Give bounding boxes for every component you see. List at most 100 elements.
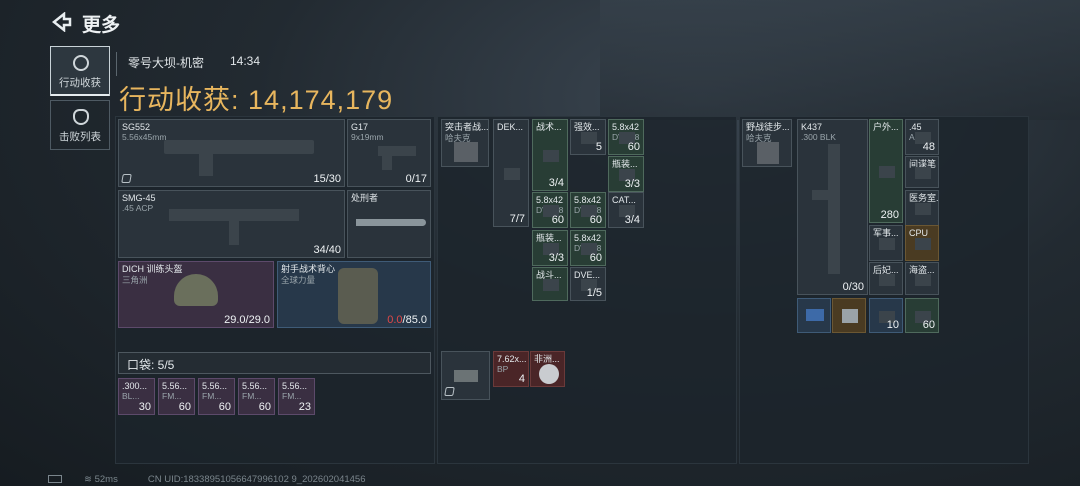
ammo-box-slot[interactable]: 7.62x... BP 4 xyxy=(493,351,529,387)
stash_items-item[interactable]: 户外... 280 xyxy=(869,119,903,223)
item-icon xyxy=(915,238,931,250)
item-name: 5.8x42 xyxy=(574,195,602,205)
back-arrow-icon[interactable] xyxy=(50,12,72,32)
primary-weapon-slot[interactable]: SG552 5.56x45mm 15/30 xyxy=(118,119,345,187)
item-sub: FM... xyxy=(282,391,302,401)
armor-durability-max: /85.0 xyxy=(402,314,427,326)
stash_items-item[interactable]: 后妃... xyxy=(869,262,903,295)
divider xyxy=(116,52,117,76)
item-icon xyxy=(879,166,895,178)
item-qty: 60 xyxy=(258,401,271,413)
rifle-mag-icon xyxy=(199,152,213,176)
item-name: 户外... xyxy=(873,122,899,132)
melee-slot[interactable]: 处刑者 xyxy=(347,190,431,258)
armor-slot[interactable]: 射手战术背心 全球力量 0.0/85.0 xyxy=(277,261,431,328)
item-qty: 30 xyxy=(138,401,151,413)
item-name: 5.56... xyxy=(162,381,188,391)
helmet-slot[interactable]: DICH 训练头盔 三角洲 29.0/29.0 xyxy=(118,261,274,328)
stash_items-item[interactable]: 10 xyxy=(869,298,903,333)
item-icon xyxy=(915,203,931,215)
item-qty: 60 xyxy=(589,214,602,226)
pocket-item[interactable]: 5.56... FM... 60 xyxy=(198,378,235,415)
rig_items-item[interactable]: 战术... 3/4 xyxy=(532,119,568,191)
item-name: DEK... xyxy=(497,122,524,132)
uid: CN UID:18338951056647996102 9_2026020414… xyxy=(147,474,366,485)
item-name: 军事... xyxy=(873,228,899,238)
rig_items-item[interactable]: 强效... 5 xyxy=(570,119,606,155)
item-name: 5.56... xyxy=(242,381,268,391)
stash_items-item[interactable]: 间谍笔 xyxy=(905,156,939,188)
item-name: 瓶装... xyxy=(536,233,562,243)
stash_items-item[interactable]: 60 xyxy=(905,298,939,333)
skull-icon xyxy=(73,109,89,125)
item-qty: 3/4 xyxy=(624,214,640,226)
item-qty: 60 xyxy=(627,141,640,153)
weapon-ammo-count: 15/30 xyxy=(313,173,341,185)
rig_items-item[interactable]: 5.8x42DVC8860 xyxy=(570,230,606,266)
armor-name: 射手战术背心 xyxy=(281,264,336,274)
rig_items-item[interactable]: 瓶装... 3/3 xyxy=(532,230,568,266)
chest-rig-name: 突击者战... xyxy=(445,122,489,132)
rig_items-item[interactable]: 5.8x42DVC8860 xyxy=(608,119,644,155)
armor-durability: 0.0/85.0 xyxy=(387,314,427,326)
stash_items-item[interactable]: 医务室... xyxy=(905,190,939,226)
item-qty: 3/4 xyxy=(548,177,564,189)
stash_items-item[interactable]: 军事... xyxy=(869,225,903,261)
item-qty: 280 xyxy=(880,209,899,221)
stash-weapon-name: K437 xyxy=(801,122,823,132)
ammo-box-name: 7.62x... xyxy=(497,354,527,364)
item-icon xyxy=(543,150,559,162)
rig_items-item[interactable]: 5.8x42DVC8860 xyxy=(532,192,568,228)
item-name: .300... xyxy=(122,381,148,391)
item-name: 战术... xyxy=(536,122,562,132)
pistol-grip-icon xyxy=(382,154,392,170)
misc-slot[interactable]: 非洲... xyxy=(530,351,565,387)
stash_items-item[interactable]: 海盗... xyxy=(905,262,939,295)
weapon-name: SG552 xyxy=(122,122,151,132)
lock-icon xyxy=(121,174,132,183)
sidearm-name: G17 xyxy=(351,122,369,132)
weapon-name: SMG-45 xyxy=(122,193,156,203)
pocket-item[interactable]: .300... BL... 30 xyxy=(118,378,155,415)
tab-kills-label: 击败列表 xyxy=(59,131,101,143)
tab-loot[interactable]: 行动收获 xyxy=(50,46,110,96)
bag-slot[interactable] xyxy=(441,351,490,400)
stash-extra-slot[interactable] xyxy=(797,298,831,333)
sidearm-ammo: 9x19mm xyxy=(351,132,384,142)
rig_items-item[interactable]: DVE... 1/5 xyxy=(570,267,606,301)
pocket-item[interactable]: 5.56... FM... 23 xyxy=(278,378,315,415)
haul-amount: 14,174,179 xyxy=(248,85,394,115)
item-name: 强效... xyxy=(574,122,600,132)
secondary-weapon-slot[interactable]: SMG-45 .45 ACP 34/40 xyxy=(118,190,345,258)
item-name: CPU xyxy=(909,228,929,238)
stash_items-item[interactable]: CPU xyxy=(905,225,939,261)
item-icon xyxy=(915,167,931,179)
sidearm-ammo-count: 0/17 xyxy=(405,173,427,185)
melee-name: 处刑者 xyxy=(351,193,379,203)
item-sub: FM... xyxy=(242,391,262,401)
diamond-icon xyxy=(539,364,559,384)
item-qty: 60 xyxy=(178,401,191,413)
sidearm-slot[interactable]: G17 9x19mm 0/17 xyxy=(347,119,431,187)
item-qty: 60 xyxy=(589,252,602,264)
page-title: 更多 xyxy=(82,15,121,36)
rig_items-item[interactable]: 战斗... xyxy=(532,267,568,301)
stash-weapon-count: 0/30 xyxy=(842,281,864,293)
pocket-item[interactable]: 5.56... FM... 60 xyxy=(158,378,195,415)
rig_items-item[interactable]: CAT... 3/4 xyxy=(608,192,644,228)
ping: 52ms xyxy=(94,474,118,485)
item-qty: 1/5 xyxy=(586,287,602,299)
item-qty: 10 xyxy=(886,319,899,331)
stash-weapon-slot[interactable]: K437 .300 BLK 0/30 xyxy=(797,119,868,295)
rig_items-item[interactable]: 瓶装... 3/3 xyxy=(608,156,644,192)
tab-kills[interactable]: 击败列表 xyxy=(50,100,110,150)
stash_items-item[interactable]: .45AC...48 xyxy=(905,119,939,155)
item-icon xyxy=(915,273,931,286)
stash-extra-slot[interactable] xyxy=(832,298,866,333)
target-icon xyxy=(73,55,89,71)
pocket-item[interactable]: 5.56... FM... 60 xyxy=(238,378,275,415)
rig_items-item[interactable]: DEK... 7/7 xyxy=(493,119,529,227)
chest-rig-slot[interactable]: 突击者战... 哈夫克 xyxy=(441,119,489,167)
rig_items-item[interactable]: 5.8x42DVC8860 xyxy=(570,192,606,228)
backpack-slot[interactable]: 野战徒步... 哈夫克 xyxy=(742,119,792,167)
